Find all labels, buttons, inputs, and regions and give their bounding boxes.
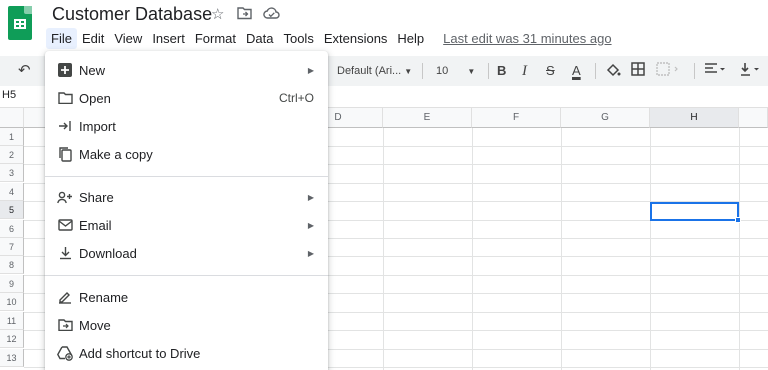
open-shortcut: Ctrl+O bbox=[278, 91, 314, 105]
rename-pencil-icon bbox=[57, 289, 73, 305]
menu-item-open[interactable]: Open Ctrl+O bbox=[45, 85, 328, 111]
menu-item-download-label: Download bbox=[79, 245, 137, 261]
fill-color-icon[interactable] bbox=[605, 62, 621, 83]
share-person-add-icon bbox=[57, 189, 73, 205]
menu-edit[interactable]: Edit bbox=[77, 28, 109, 49]
new-plus-icon bbox=[57, 62, 73, 78]
document-title[interactable]: Customer Database bbox=[52, 4, 212, 25]
submenu-arrow-icon: ▶ bbox=[307, 248, 314, 258]
download-icon bbox=[57, 245, 73, 261]
import-icon bbox=[57, 118, 73, 134]
merge-cells-icon[interactable] bbox=[656, 62, 680, 81]
row-header-7[interactable]: 7 bbox=[0, 238, 24, 256]
text-color-icon[interactable]: A bbox=[572, 62, 581, 80]
toolbar-divider bbox=[694, 63, 695, 79]
move-folder-icon bbox=[57, 317, 73, 333]
column-header-h[interactable]: H bbox=[650, 108, 739, 128]
menu-item-make-copy-label: Make a copy bbox=[79, 146, 153, 162]
menu-item-share[interactable]: Share ▶ bbox=[45, 184, 328, 210]
row-header-10[interactable]: 10 bbox=[0, 293, 24, 311]
font-family-value: Default (Ari... bbox=[337, 65, 402, 77]
last-edit-link[interactable]: Last edit was 31 minutes ago bbox=[443, 31, 611, 46]
menu-item-import[interactable]: Import bbox=[45, 113, 328, 139]
spreadsheet-window: Customer Database ☆ File Edit View Inser… bbox=[0, 0, 768, 370]
copy-icon bbox=[57, 146, 73, 162]
menu-item-add-shortcut-label: Add shortcut to Drive bbox=[79, 345, 201, 361]
fill-handle[interactable] bbox=[735, 217, 741, 223]
menu-file[interactable]: File bbox=[46, 27, 77, 49]
submenu-arrow-icon: ▶ bbox=[307, 192, 314, 202]
add-shortcut-drive-icon bbox=[57, 345, 73, 361]
menu-item-new-label: New bbox=[79, 62, 106, 78]
font-size-value: 10 bbox=[436, 65, 449, 77]
column-header-f[interactable]: F bbox=[472, 108, 561, 128]
row-header-2[interactable]: 2 bbox=[0, 146, 24, 164]
move-folder-icon[interactable] bbox=[237, 6, 252, 25]
menu-item-add-shortcut[interactable]: Add shortcut to Drive bbox=[45, 340, 328, 366]
menu-format[interactable]: Format bbox=[190, 28, 241, 49]
file-menu-dropdown: New ▶ Open Ctrl+O Import Make a copy Sha… bbox=[45, 51, 328, 370]
undo-icon[interactable]: ↶ bbox=[18, 62, 31, 80]
bold-icon[interactable]: B bbox=[497, 62, 506, 80]
menu-item-share-label: Share bbox=[79, 189, 114, 205]
menu-item-import-label: Import bbox=[79, 118, 116, 134]
menu-help[interactable]: Help bbox=[392, 28, 429, 49]
column-header-next[interactable] bbox=[739, 108, 768, 128]
select-all-corner[interactable] bbox=[0, 108, 24, 128]
menu-item-email-label: Email bbox=[79, 217, 112, 233]
submenu-arrow-icon: ▶ bbox=[307, 220, 314, 230]
row-header-13[interactable]: 13 bbox=[0, 349, 24, 367]
menu-extensions[interactable]: Extensions bbox=[319, 28, 393, 49]
row-header-9[interactable]: 9 bbox=[0, 275, 24, 293]
font-size-select[interactable]: 10 ▼ bbox=[436, 62, 475, 81]
menu-item-move-label: Move bbox=[79, 317, 111, 333]
menu-bar: File Edit View Insert Format Data Tools … bbox=[46, 27, 612, 49]
strikethrough-icon[interactable]: S bbox=[546, 62, 555, 80]
column-header-e[interactable]: E bbox=[383, 108, 472, 128]
menu-item-email[interactable]: Email ▶ bbox=[45, 212, 328, 238]
menu-item-make-copy[interactable]: Make a copy bbox=[45, 141, 328, 167]
menu-item-open-label: Open bbox=[79, 90, 111, 106]
cloud-status-icon[interactable] bbox=[263, 6, 280, 25]
sheets-logo-icon[interactable] bbox=[8, 6, 32, 40]
row-header-8[interactable]: 8 bbox=[0, 256, 24, 274]
name-box[interactable]: H5 bbox=[2, 89, 16, 101]
menu-item-new[interactable]: New ▶ bbox=[45, 57, 328, 83]
menu-insert[interactable]: Insert bbox=[147, 28, 190, 49]
menu-item-rename[interactable]: Rename bbox=[45, 284, 328, 310]
row-header-11[interactable]: 11 bbox=[0, 312, 24, 330]
horizontal-align-icon[interactable] bbox=[704, 62, 726, 81]
folder-open-icon bbox=[57, 90, 73, 106]
row-header-6[interactable]: 6 bbox=[0, 220, 24, 238]
toolbar-divider bbox=[422, 63, 423, 79]
row-header-1[interactable]: 1 bbox=[0, 128, 24, 146]
star-icon[interactable]: ☆ bbox=[211, 6, 224, 24]
menu-tools[interactable]: Tools bbox=[278, 28, 318, 49]
column-header-g[interactable]: G bbox=[561, 108, 650, 128]
menu-divider bbox=[45, 275, 328, 276]
font-family-select[interactable]: Default (Ari... ▼ bbox=[337, 62, 412, 81]
menu-item-rename-label: Rename bbox=[79, 289, 129, 305]
menu-item-move[interactable]: Move bbox=[45, 312, 328, 338]
borders-icon[interactable] bbox=[631, 62, 645, 81]
menu-data[interactable]: Data bbox=[241, 28, 278, 49]
vertical-align-icon[interactable] bbox=[740, 62, 766, 81]
menu-item-download[interactable]: Download ▶ bbox=[45, 240, 328, 266]
email-envelope-icon bbox=[57, 217, 73, 233]
toolbar-divider bbox=[488, 63, 489, 79]
menu-view[interactable]: View bbox=[109, 28, 147, 49]
submenu-arrow-icon: ▶ bbox=[307, 65, 314, 75]
italic-icon[interactable]: I bbox=[522, 62, 527, 80]
menu-divider bbox=[45, 176, 328, 177]
row-header-3[interactable]: 3 bbox=[0, 164, 24, 182]
toolbar-divider bbox=[595, 63, 596, 79]
selected-cell-h5[interactable] bbox=[650, 202, 739, 221]
row-header-4[interactable]: 4 bbox=[0, 183, 24, 201]
row-header-12[interactable]: 12 bbox=[0, 330, 24, 348]
row-header-5[interactable]: 5 bbox=[0, 201, 24, 219]
